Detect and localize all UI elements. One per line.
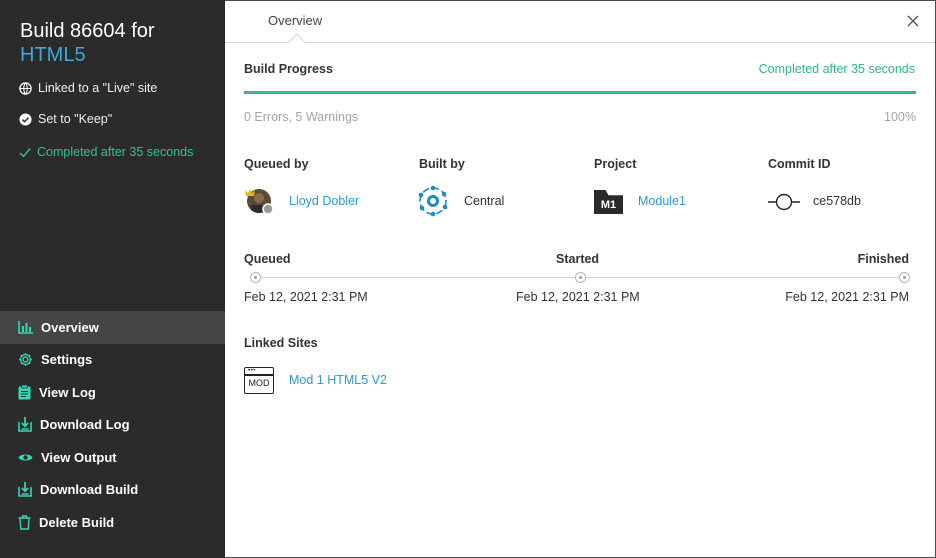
nav-label-overview: Overview bbox=[41, 319, 99, 335]
commit-id-value[interactable]: ce578db bbox=[813, 194, 861, 208]
presence-indicator bbox=[262, 203, 274, 215]
mod-site-icon-label: MOD bbox=[248, 378, 270, 388]
timeline-started-date: Feb 12, 2021 2:31 PM bbox=[516, 290, 640, 304]
project-label: Project bbox=[594, 157, 637, 171]
nav-item-download-build[interactable]: Download Build bbox=[0, 474, 225, 507]
progress-status: Completed after 35 seconds bbox=[758, 62, 915, 76]
nav-item-download-log[interactable]: Download Log bbox=[0, 409, 225, 442]
build-app-name: HTML5 bbox=[20, 44, 86, 66]
queued-by-label: Queued by bbox=[244, 157, 309, 171]
nav-label-delete-build: Delete Build bbox=[39, 514, 115, 530]
progress-percent: 100% bbox=[884, 110, 916, 124]
nav-item-delete-build[interactable]: Delete Build bbox=[0, 506, 225, 539]
gear-icon bbox=[19, 353, 32, 367]
avatar bbox=[245, 189, 274, 215]
timeline-dot-started bbox=[575, 272, 586, 283]
nav-item-overview[interactable]: Overview bbox=[0, 311, 225, 344]
linked-sites-title: Linked Sites bbox=[244, 336, 318, 350]
checkmark-icon bbox=[19, 147, 31, 158]
timeline-queued-date: Feb 12, 2021 2:31 PM bbox=[244, 290, 368, 304]
bar-chart-icon bbox=[18, 320, 33, 334]
completed-status: Completed after 35 seconds bbox=[19, 145, 193, 159]
tab-active-indicator bbox=[288, 33, 306, 51]
commit-icon bbox=[768, 193, 800, 211]
nav-label-settings: Settings bbox=[41, 352, 93, 368]
eye-icon bbox=[18, 454, 33, 461]
sidebar: Build 86604 for HTML5 Linked to a "Live"… bbox=[0, 0, 225, 558]
nav-label-view-log: View Log bbox=[39, 384, 96, 400]
mod-site-icon: ••• MOD bbox=[244, 367, 274, 394]
globe-link-icon bbox=[19, 81, 32, 95]
nav-item-settings[interactable]: Settings bbox=[0, 344, 225, 377]
nav-label-download-build: Download Build bbox=[40, 482, 139, 498]
nav-label-download-log: Download Log bbox=[40, 417, 130, 433]
nav-item-view-log[interactable]: View Log bbox=[0, 376, 225, 409]
build-number: Build 86604 for bbox=[20, 20, 155, 42]
central-agent-icon bbox=[418, 185, 448, 217]
built-by-value: Central bbox=[464, 194, 505, 208]
keep-text: Set to "Keep" bbox=[38, 112, 113, 126]
nav-label-view-output: View Output bbox=[41, 449, 117, 465]
timeline-started-label: Started bbox=[556, 252, 600, 266]
main-panel: Overview Build Progress Completed after … bbox=[225, 0, 935, 558]
clipboard-icon bbox=[18, 384, 31, 400]
built-by-label: Built by bbox=[419, 157, 465, 171]
linked-site-link[interactable]: Mod 1 HTML5 V2 bbox=[289, 373, 387, 387]
timeline-finished-label: Finished bbox=[857, 252, 909, 266]
trash-icon bbox=[18, 515, 31, 530]
commit-id-label: Commit ID bbox=[768, 157, 831, 171]
download-icon bbox=[18, 417, 32, 433]
progress-bar bbox=[244, 91, 916, 94]
build-progress-title: Build Progress bbox=[244, 62, 333, 76]
linked-site-text: Linked to a "Live" site bbox=[38, 81, 158, 95]
keep-status: Set to "Keep" bbox=[19, 112, 112, 126]
nav-item-view-output[interactable]: View Output bbox=[0, 441, 225, 474]
queued-by-user-link[interactable]: Lloyd Dobler bbox=[289, 194, 359, 208]
timeline-dot-finished bbox=[899, 272, 910, 283]
project-link[interactable]: Module1 bbox=[638, 194, 686, 208]
tab-bar: Overview bbox=[225, 0, 935, 51]
close-icon[interactable] bbox=[905, 13, 921, 29]
completed-text: Completed after 35 seconds bbox=[37, 145, 194, 159]
errors-warnings: 0 Errors, 5 Warnings bbox=[244, 110, 359, 124]
build-title: Build 86604 for HTML5 bbox=[20, 19, 220, 67]
tab-overview[interactable]: Overview bbox=[268, 13, 322, 28]
linked-site-status: Linked to a "Live" site bbox=[19, 81, 157, 95]
timeline-finished-date: Feb 12, 2021 2:31 PM bbox=[785, 290, 909, 304]
check-circle-icon bbox=[19, 112, 32, 126]
progress-bar-fill bbox=[244, 91, 916, 94]
timeline-queued-label: Queued bbox=[244, 252, 291, 266]
timeline-dot-queued bbox=[250, 272, 261, 283]
crown-icon bbox=[245, 189, 255, 196]
project-folder-icon: M1 bbox=[594, 190, 623, 214]
project-badge: M1 bbox=[600, 199, 617, 211]
download-icon bbox=[18, 482, 32, 498]
sidebar-nav: Overview Settings View Log Download Log … bbox=[0, 311, 225, 539]
